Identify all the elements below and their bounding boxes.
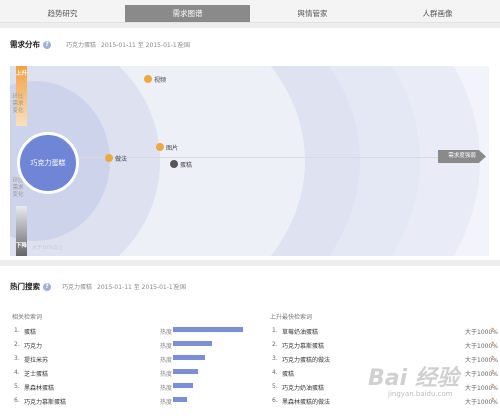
- rank-number: 4.: [272, 369, 278, 376]
- arrow-up-icon: ↑: [490, 327, 496, 334]
- rank-number: 6.: [14, 397, 20, 404]
- search-term[interactable]: 蛋糕: [24, 327, 36, 336]
- help-icon[interactable]: ?: [43, 283, 51, 291]
- search-term[interactable]: 巧克力: [24, 341, 42, 350]
- rank-number: 3.: [14, 355, 20, 362]
- node-label-recipe[interactable]: 做法: [115, 154, 127, 163]
- rank-number: 2.: [14, 341, 20, 348]
- arrow-up-icon: ↑: [490, 397, 496, 404]
- search-term[interactable]: 巧克力慕斯蛋糕: [24, 397, 66, 406]
- rank-number: 6.: [272, 397, 278, 404]
- related-row[interactable]: 4. 芝士蛋糕 热度: [10, 366, 250, 380]
- demand-heading: 需求分布?: [10, 39, 51, 50]
- rank-number: 5.: [272, 383, 278, 390]
- watermark-logo: Bai 经验: [368, 366, 459, 391]
- heat-label: 热度: [160, 385, 173, 392]
- tab-trend[interactable]: 趋势研究: [0, 6, 125, 22]
- hot-heading: 热门搜索?: [10, 281, 51, 292]
- node-dot-image[interactable]: [156, 143, 164, 151]
- tab-bar: 趋势研究 需求图谱 舆情管家 人群画像: [0, 0, 500, 23]
- heat-bar-track: [173, 383, 243, 388]
- node-label-cake[interactable]: 蛋糕: [180, 160, 192, 169]
- tab-demand[interactable]: 需求图谱: [125, 5, 250, 22]
- heat-bar: [173, 397, 187, 402]
- heat-bar-track: [173, 327, 243, 332]
- rising-row[interactable]: 1. 草莓奶油蛋糕 大于1000% ↑: [268, 324, 500, 338]
- rising-title: 上升最快检索词: [270, 314, 313, 321]
- heat-label: 热度: [160, 357, 173, 364]
- heat-label: 热度: [160, 399, 173, 406]
- rank-number: 2.: [272, 341, 278, 348]
- watermark-url: jingyan.baidu.com: [388, 390, 453, 398]
- help-icon[interactable]: ?: [43, 41, 51, 49]
- rank-number: 4.: [14, 369, 20, 376]
- rank-number: 3.: [272, 355, 278, 362]
- heat-bar: [173, 327, 243, 332]
- heat-bar: [173, 383, 193, 388]
- heat-bar: [173, 355, 205, 360]
- up-label: 环比需求变化: [12, 94, 24, 114]
- heat-label: 热度: [160, 343, 173, 350]
- heat-bar: [173, 369, 198, 374]
- heat-bar-track: [173, 397, 243, 402]
- heat-bar-track: [173, 369, 243, 374]
- heat-label: 热度: [160, 371, 173, 378]
- related-row[interactable]: 5. 黑森林蛋糕 热度: [10, 380, 250, 394]
- related-row[interactable]: 3. 提拉米苏 热度: [10, 352, 250, 366]
- arrow-up-icon: ↑: [490, 383, 496, 390]
- hot-date-range: 2015-01-11 至 2015-01-17: [97, 284, 177, 291]
- related-row[interactable]: 6. 巧克力慕斯蛋糕 热度: [10, 394, 250, 408]
- related-title: 相关检索词: [12, 314, 43, 321]
- demand-keyword: 巧克力蛋糕: [66, 42, 97, 49]
- demand-title: 需求分布: [10, 40, 40, 49]
- heat-bar-track: [173, 341, 243, 346]
- search-term[interactable]: 提拉米苏: [24, 355, 48, 364]
- hot-keyword: 巧克力蛋糕: [62, 284, 93, 291]
- demand-date-range: 2015-01-11 至 2015-01-17: [101, 42, 181, 49]
- tab-audience[interactable]: 人群画像: [375, 6, 500, 22]
- rising-row[interactable]: 2. 巧克力慕斯蛋糕 大于1000% ↑: [268, 338, 500, 352]
- up-tag: 上升: [16, 71, 28, 77]
- related-list: 1. 蛋糕 热度 2. 巧克力 热度 3. 提拉米苏 热度 4. 芝士蛋糕 热度 5. 黑森林蛋糕 热度 6.…: [10, 324, 250, 408]
- down-tag: 下降: [16, 243, 28, 249]
- rank-number: 1.: [14, 327, 20, 334]
- search-term[interactable]: 草莓奶油蛋糕: [282, 327, 318, 336]
- arrow-up-icon: ↑: [490, 355, 496, 362]
- node-label-image[interactable]: 图片: [166, 143, 178, 152]
- tab-sentiment[interactable]: 舆情管家: [250, 6, 375, 22]
- node-dot-video[interactable]: [144, 75, 152, 83]
- graph-note: 大于10%以上: [32, 245, 64, 251]
- related-row[interactable]: 1. 蛋糕 热度: [10, 324, 250, 338]
- heat-bar-track: [173, 355, 243, 360]
- demand-region: 全国: [178, 42, 191, 49]
- hot-region: 全国: [174, 284, 187, 291]
- demand-strength-arrow: 需求度强弱: [438, 150, 486, 163]
- demand-card: 需求分布? 巧克力蛋糕 2015-01-11 至 2015-01-17 全国 上…: [0, 28, 500, 260]
- node-dot-recipe[interactable]: [105, 154, 113, 162]
- arrow-up-icon: ↑: [490, 341, 496, 348]
- rank-number: 5.: [14, 383, 20, 390]
- search-term[interactable]: 巧克力蛋糕的做法: [282, 355, 330, 364]
- rising-row[interactable]: 6. 黑森林蛋糕的做法 大于1000% ↑: [268, 394, 500, 408]
- node-label-video[interactable]: 视频: [154, 75, 166, 84]
- search-term[interactable]: 巧克力奶油蛋糕: [282, 383, 324, 392]
- search-term[interactable]: 黑森林蛋糕的做法: [282, 397, 330, 406]
- search-term[interactable]: 黑森林蛋糕: [24, 383, 54, 392]
- demand-graph: 上升 环比需求变化 环比需求变化 下降 巧克力蛋糕 视频 做法 图片 蛋糕 需求…: [10, 66, 489, 256]
- heat-label: 热度: [160, 329, 173, 336]
- related-row[interactable]: 2. 巧克力 热度: [10, 338, 250, 352]
- search-term[interactable]: 芝士蛋糕: [24, 369, 48, 378]
- search-term[interactable]: 巧克力慕斯蛋糕: [282, 341, 324, 350]
- hot-title: 热门搜索: [10, 282, 40, 291]
- node-dot-cake[interactable]: [170, 160, 178, 168]
- center-keyword-node[interactable]: 巧克力蛋糕: [17, 132, 79, 194]
- search-term[interactable]: 蛋糕: [282, 369, 294, 378]
- arrow-up-icon: ↑: [490, 369, 496, 376]
- heat-bar: [173, 341, 212, 346]
- axis-line: [79, 157, 479, 158]
- rank-number: 1.: [272, 327, 278, 334]
